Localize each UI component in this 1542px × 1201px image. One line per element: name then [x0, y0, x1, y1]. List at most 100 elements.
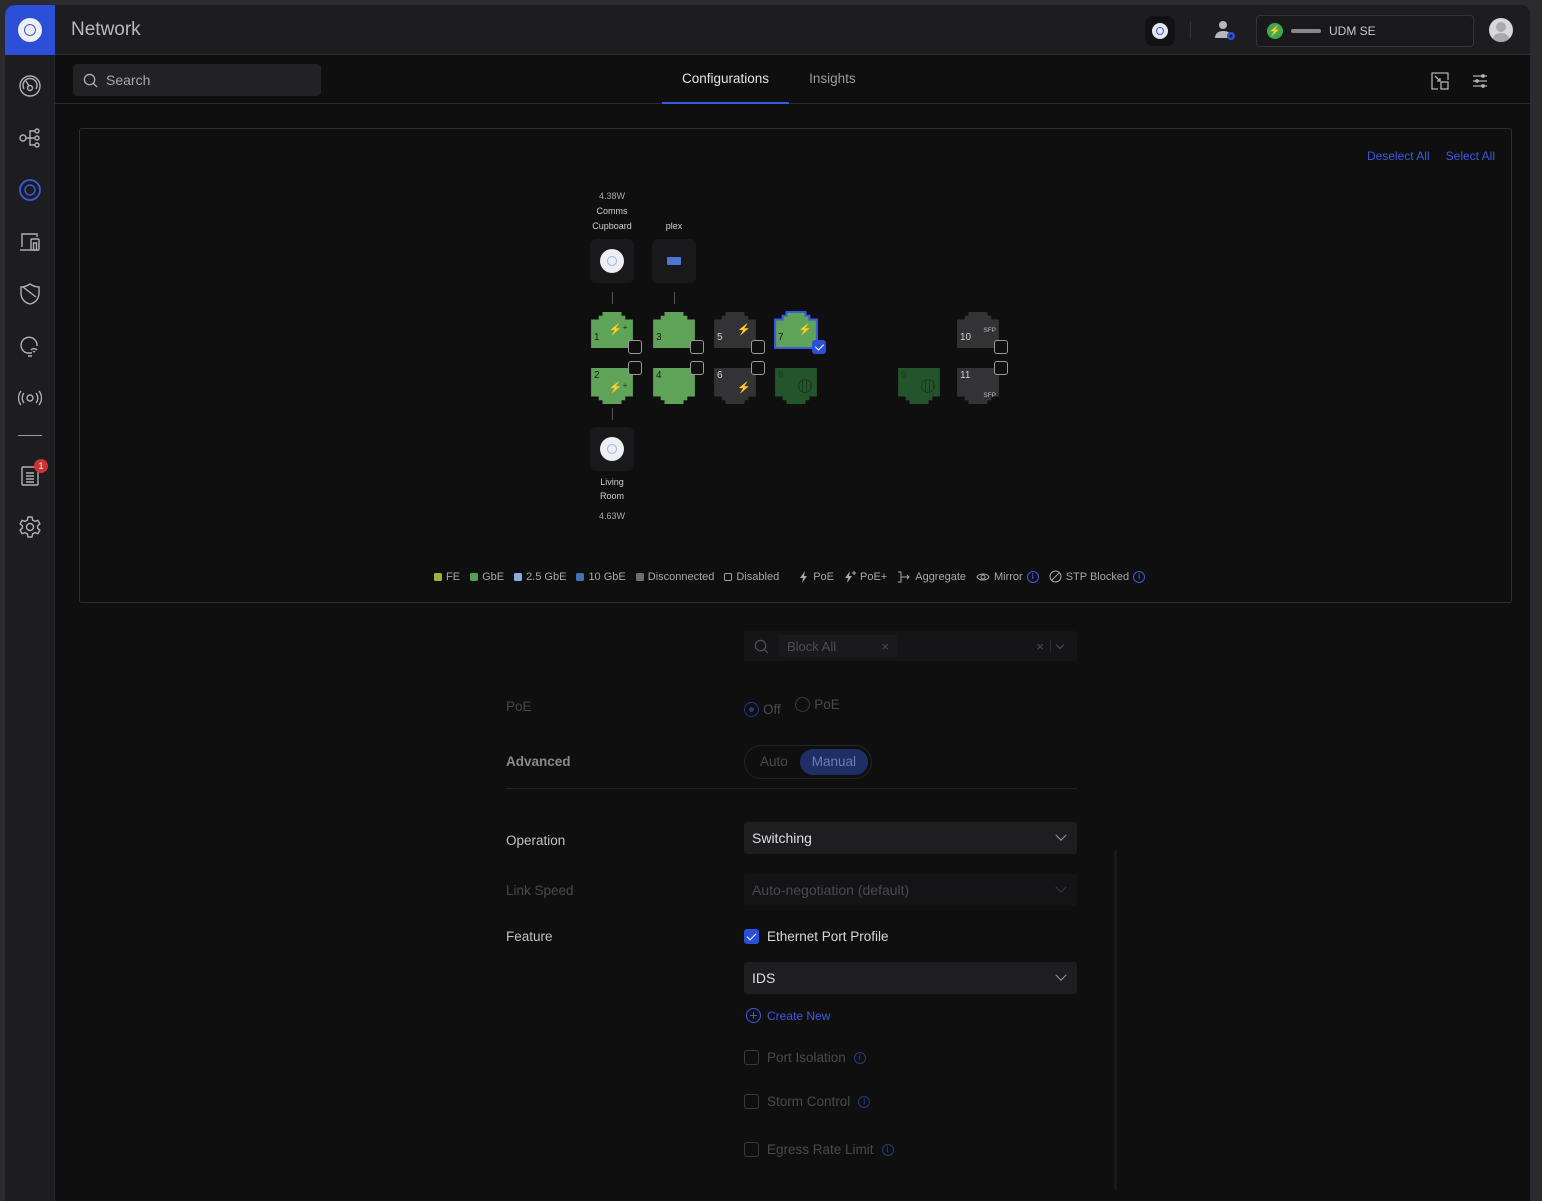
legend-aggregate: Aggregate	[897, 571, 966, 583]
info-icon[interactable]: i	[853, 1051, 866, 1064]
legend-poe-plus: PoE+	[844, 570, 887, 583]
port-number: 4	[656, 370, 662, 381]
port-1-checkbox[interactable]	[628, 340, 642, 354]
port-10-checkbox[interactable]	[994, 340, 1008, 354]
deselect-all-link[interactable]: Deselect All	[1367, 149, 1430, 163]
tab-configurations[interactable]: Configurations	[662, 56, 790, 104]
sidebar-item-unifi-devices[interactable]	[5, 172, 55, 208]
port-isolation-checkbox[interactable]: Port Isolation i	[744, 1050, 1077, 1065]
search-input[interactable]	[106, 72, 306, 88]
port-number: 10	[960, 332, 972, 343]
bolt-plus-icon	[845, 570, 857, 583]
aggregate-icon	[898, 571, 910, 582]
port-profile-select[interactable]: IDS	[744, 962, 1077, 994]
link-speed-select[interactable]: Auto-negotiation (default)	[744, 874, 1077, 906]
link-line	[612, 292, 613, 304]
link-line	[612, 408, 613, 420]
port-number: 1	[594, 332, 600, 343]
sidebar-item-client-devices[interactable]	[5, 224, 55, 260]
storm-control-checkbox[interactable]: Storm Control i	[744, 1094, 1077, 1109]
ethernet-port-profile-checkbox[interactable]: Ethernet Port Profile	[744, 929, 1077, 944]
device-thumbnail	[652, 239, 696, 283]
sidebar-item-dashboard[interactable]	[5, 68, 55, 104]
link-line	[674, 292, 675, 304]
separator	[1050, 640, 1051, 652]
sidebar-item-insights[interactable]	[5, 328, 55, 364]
user-avatar[interactable]	[1489, 18, 1513, 42]
scrollbar[interactable]	[1114, 850, 1117, 1190]
sidebar-item-topology[interactable]	[5, 120, 55, 156]
port-2-checkbox[interactable]	[628, 361, 642, 375]
port-8[interactable]: 8	[774, 367, 818, 405]
info-icon[interactable]: i	[1026, 570, 1039, 583]
clear-button[interactable]: ×	[1036, 639, 1044, 654]
devices-icon	[20, 233, 40, 251]
port-11-checkbox[interactable]	[994, 361, 1008, 375]
collapse-view-icon[interactable]	[1430, 71, 1450, 91]
sidebar-divider	[18, 435, 42, 436]
traffic-restriction-select[interactable]: Block All × ×	[744, 631, 1077, 661]
tab-insights[interactable]: Insights	[789, 56, 876, 104]
connected-device-living-room[interactable]: Living Room 4.63W	[590, 427, 634, 521]
globe-icon	[921, 379, 935, 393]
port-legend: FE GbE 2.5 GbE 10 GbE Disconnected Disab…	[434, 570, 1146, 583]
sub-header: Configurations Insights	[55, 56, 1530, 104]
port-number: 6	[717, 370, 723, 381]
port-3-checkbox[interactable]	[690, 340, 704, 354]
feature-controls: Ethernet Port Profile	[744, 929, 1077, 944]
port-4-checkbox[interactable]	[690, 361, 704, 375]
shield-icon	[20, 283, 40, 305]
legend-swatch	[434, 572, 442, 581]
unifi-logo-icon	[18, 18, 42, 42]
filter-sliders-icon[interactable]	[1470, 71, 1490, 91]
port-9[interactable]: 9	[897, 367, 941, 405]
port-6-checkbox[interactable]	[751, 361, 765, 375]
device-name-line1: Comms	[596, 206, 628, 216]
legend-mirror: Mirror i	[976, 570, 1039, 583]
chevron-down-icon[interactable]	[1055, 640, 1065, 649]
server-icon	[667, 257, 681, 265]
port-5-checkbox[interactable]	[751, 340, 765, 354]
legend-swatch	[576, 572, 585, 581]
info-icon[interactable]: i	[858, 1095, 871, 1108]
port-7-checkbox[interactable]	[812, 340, 826, 354]
advanced-manual-option[interactable]: Manual	[799, 749, 869, 775]
topology-icon	[19, 128, 40, 148]
advanced-auto-option[interactable]: Auto	[748, 749, 800, 775]
poe-plus-icon: ⚡⁺	[608, 324, 628, 336]
sidebar: 1	[5, 5, 55, 1201]
port-number: 11	[960, 370, 971, 381]
connected-device-plex[interactable]: plex	[652, 221, 696, 283]
app-switcher-button[interactable]	[1145, 16, 1175, 46]
info-icon[interactable]: i	[1133, 570, 1146, 583]
legend-10gbe: 10 GbE	[576, 571, 626, 583]
app-title: Network	[71, 19, 141, 40]
legend-2-5gbe: 2.5 GbE	[514, 571, 566, 583]
app-window: 1 Network ⚡ UDM SE Configurations Insigh…	[5, 5, 1530, 1201]
sidebar-item-settings[interactable]	[5, 509, 55, 545]
app-logo[interactable]	[5, 5, 55, 55]
remove-tag-button[interactable]: ×	[881, 639, 889, 654]
legend-swatch	[514, 572, 523, 581]
connected-device-comms-cupboard[interactable]: 4.38W Comms Cupboard	[590, 191, 634, 283]
sidebar-item-radios[interactable]	[5, 380, 55, 416]
sidebar-item-logs[interactable]: 1	[5, 457, 55, 493]
device-selector[interactable]: ⚡ UDM SE	[1256, 15, 1474, 47]
poe-on-radio[interactable]: PoE	[795, 697, 840, 712]
sfp-label: SFP	[983, 327, 996, 334]
select-all-link[interactable]: Select All	[1446, 149, 1495, 163]
bolt-icon	[800, 570, 808, 583]
poe-off-radio[interactable]: Off	[744, 702, 781, 717]
port-manager-panel: Deselect All Select All 4.38W Comms Cupb…	[79, 128, 1512, 603]
admin-user-icon[interactable]	[1213, 19, 1237, 41]
sfp-label: SFP	[983, 392, 996, 399]
search-box[interactable]	[73, 64, 321, 96]
egress-rate-limit-checkbox[interactable]: Egress Rate Limit i	[744, 1142, 1077, 1157]
access-point-icon	[600, 249, 624, 273]
create-new-profile-link[interactable]: Create New	[746, 1008, 1079, 1023]
port-number: 7	[778, 332, 784, 343]
sidebar-item-security[interactable]	[5, 276, 55, 312]
port-number: 3	[656, 332, 662, 343]
operation-select[interactable]: Switching	[744, 822, 1077, 854]
info-icon[interactable]: i	[881, 1143, 894, 1156]
